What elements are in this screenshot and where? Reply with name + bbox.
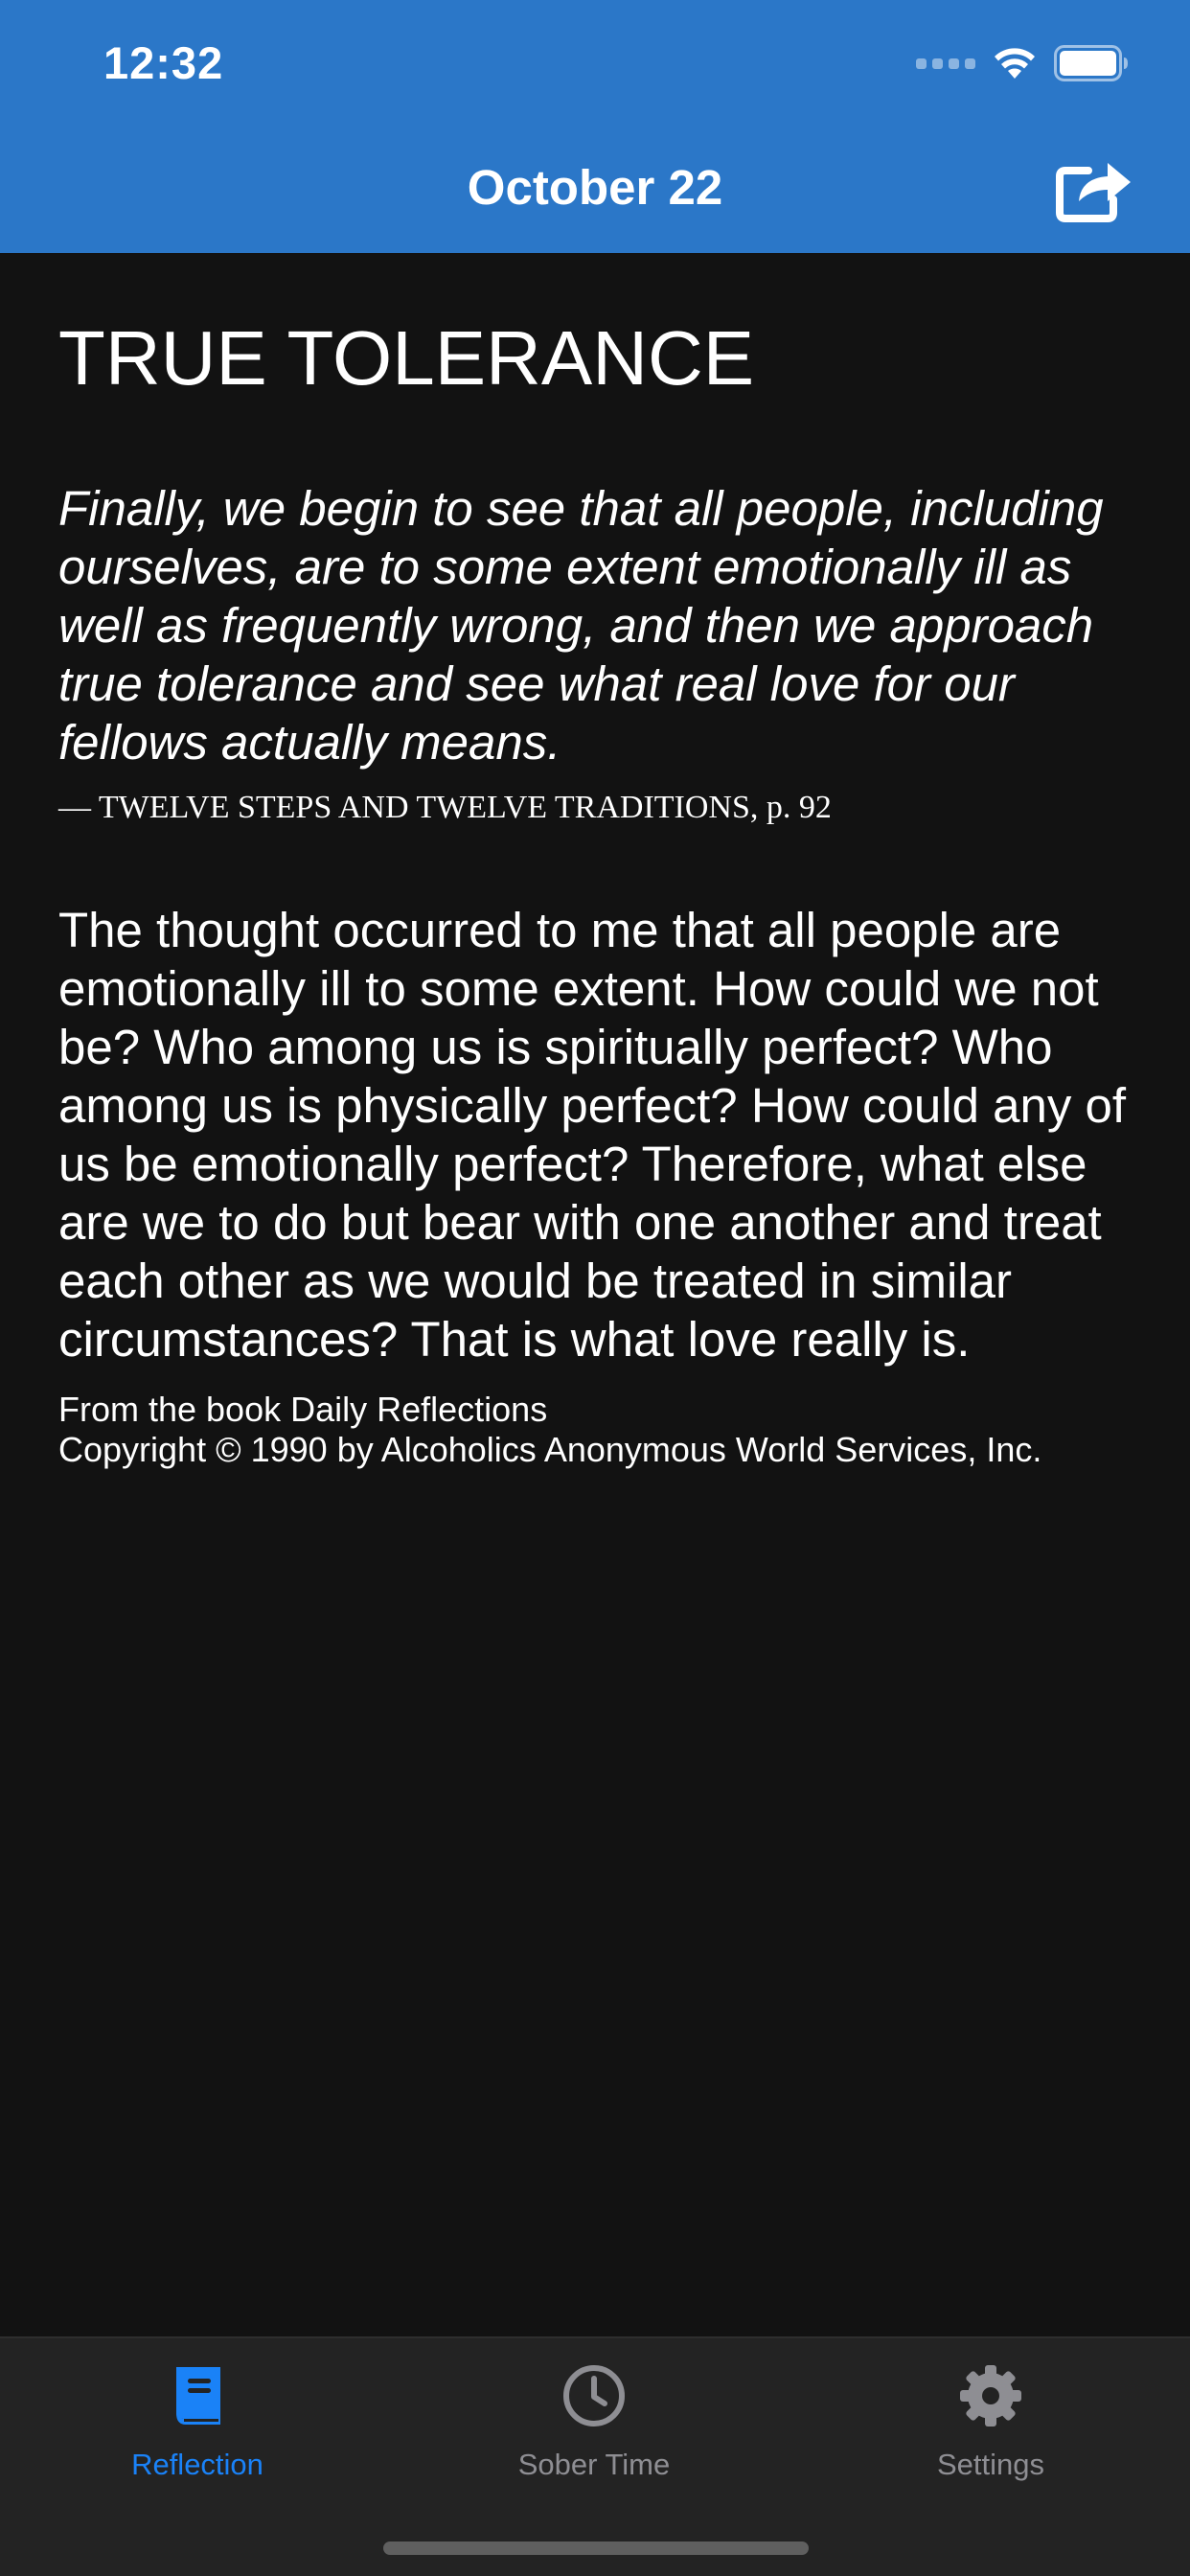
tab-bar: Reflection Sober Time Settings <box>0 2336 1190 2576</box>
tab-settings[interactable]: Settings <box>876 2361 1106 2496</box>
tab-label-settings: Settings <box>936 2448 1044 2481</box>
battery-icon <box>1054 45 1128 81</box>
share-button[interactable] <box>1054 151 1134 222</box>
tab-sober-time[interactable]: Sober Time <box>479 2361 709 2496</box>
header: 12:32 October 22 <box>0 0 1190 253</box>
home-indicator <box>383 2542 809 2555</box>
credit-line-book: From the book Daily Reflections <box>58 1390 548 1429</box>
wifi-icon <box>995 48 1035 79</box>
cellular-signal-icon <box>916 58 975 69</box>
gear-icon <box>960 2365 1021 2426</box>
status-time: 12:32 <box>103 37 224 88</box>
copyright-credit: From the book Daily Reflections Copyrigh… <box>58 1390 1041 1470</box>
quote-source: — TWELVE STEPS AND TWELVE TRADITIONS, p.… <box>58 790 832 825</box>
nav-title: October 22 <box>467 160 723 215</box>
book-icon <box>176 2367 220 2425</box>
clock-icon <box>563 2365 625 2426</box>
tab-reflection[interactable]: Reflection <box>82 2361 312 2496</box>
credit-line-copyright: Copyright © 1990 by Alcoholics Anonymous… <box>58 1430 1042 1469</box>
reflection-quote: Finally, we begin to see that all people… <box>58 481 1104 770</box>
reflection-body: The thought occurred to me that all peop… <box>58 903 1127 1367</box>
status-icons <box>916 42 1129 84</box>
reflection-title: TRUE TOLERANCE <box>58 315 755 401</box>
tab-label-sober-time: Sober Time <box>517 2448 671 2481</box>
screen: 12:32 October 22 TRUE TOLERANCE Finally,… <box>0 0 1190 2576</box>
share-icon <box>1056 163 1131 222</box>
tab-label-reflection: Reflection <box>131 2448 263 2481</box>
